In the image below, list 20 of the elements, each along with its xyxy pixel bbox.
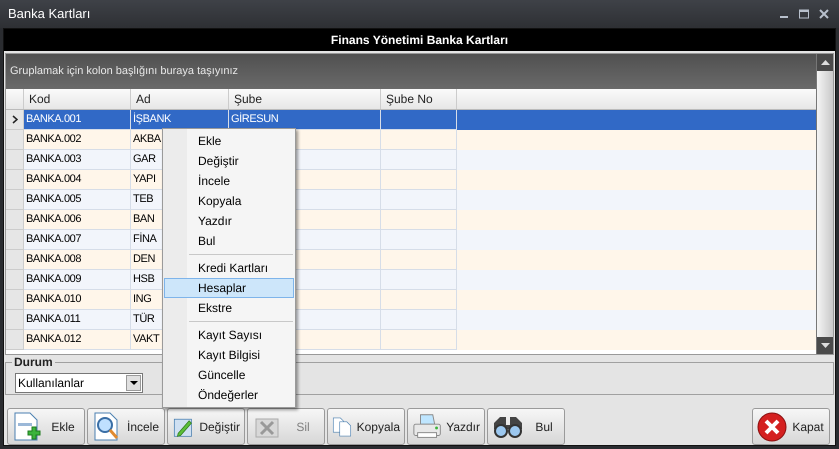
menu-item[interactable]: Güncelle (164, 365, 294, 385)
header-title: Finans Yönetimi Banka Kartları (330, 32, 508, 49)
column-header[interactable]: Ad (131, 89, 229, 109)
toolbar-button[interactable]: Değiştir (167, 408, 245, 445)
window-title: Banka Kartları (8, 5, 92, 24)
toolbar-button[interactable]: Ekle (7, 408, 85, 445)
menu-item[interactable]: Hesaplar (164, 278, 294, 298)
table-cell: BANKA.012 (24, 330, 131, 350)
toolbar-button[interactable]: Yazdır (407, 408, 485, 445)
toolbar-button[interactable]: İncele (87, 408, 165, 445)
column-header[interactable]: Şube (229, 89, 381, 109)
toolbar-button[interactable]: Kopyala (327, 408, 405, 445)
column-header[interactable]: Şube No (381, 89, 457, 109)
group-title: Durum (12, 355, 55, 369)
toolbar-button[interactable]: Bul (487, 408, 565, 445)
menu-item[interactable]: Öndeğerler (164, 385, 294, 405)
status-dropdown[interactable]: Kullanılanlar (15, 373, 143, 393)
close-button[interactable]: Kapat (752, 408, 830, 445)
group-hint: Gruplamak için kolon başlığını buraya taşıyınız (10, 64, 238, 80)
column-header[interactable]: Kod (24, 89, 131, 109)
